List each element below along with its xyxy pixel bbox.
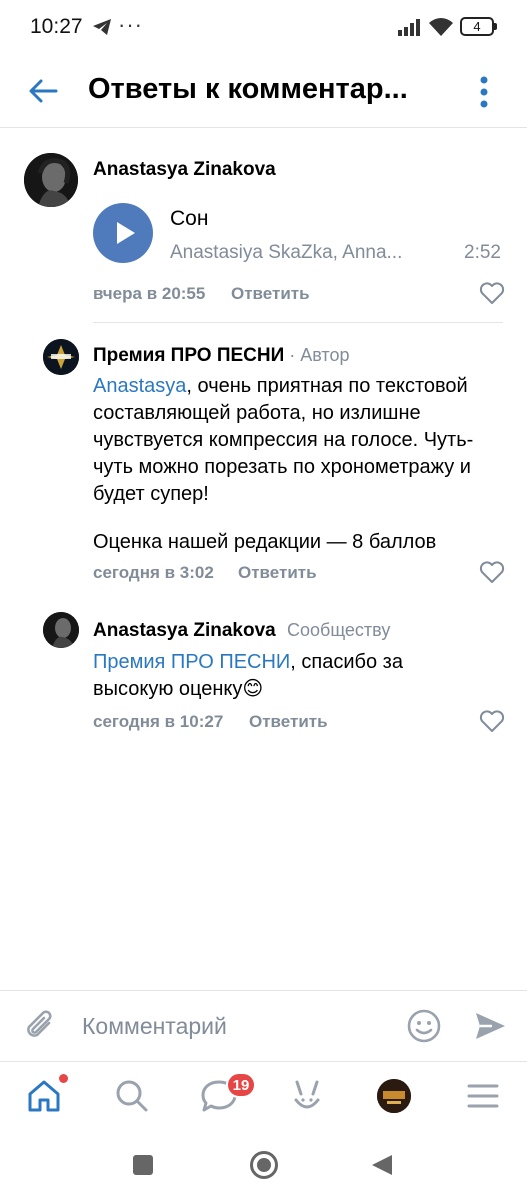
signal-icon xyxy=(398,19,420,36)
comment-text: Премия ПРО ПЕСНИ, спасибо за высокую оце… xyxy=(93,649,433,703)
reply-button[interactable]: Ответить xyxy=(231,284,310,304)
avatar[interactable] xyxy=(43,612,79,648)
author-name[interactable]: Премия ПРО ПЕСНИ xyxy=(93,345,284,366)
comment-time: вчера в 20:55 xyxy=(93,284,206,303)
search-icon[interactable] xyxy=(112,1076,152,1116)
paperclip-icon[interactable] xyxy=(22,1007,58,1045)
comment-composer xyxy=(0,990,527,1062)
avatar[interactable] xyxy=(24,153,78,207)
avatar[interactable] xyxy=(43,339,79,375)
more-vertical-icon[interactable] xyxy=(470,72,498,112)
avatar-photo xyxy=(24,153,78,207)
telegram-icon xyxy=(93,19,111,35)
system-navigation-bar xyxy=(0,1132,527,1200)
like-icon[interactable] xyxy=(479,709,505,733)
back-button[interactable] xyxy=(370,1153,394,1177)
play-icon xyxy=(117,222,135,244)
author-name[interactable]: Anastasya Zinakova xyxy=(93,620,276,641)
audio-play-button[interactable] xyxy=(93,203,153,263)
comment-author[interactable]: Премия ПРО ПЕСНИ · Автор xyxy=(93,345,349,367)
reply-button[interactable]: Ответить xyxy=(238,563,317,583)
messages-badge: 19 xyxy=(226,1072,256,1098)
send-icon[interactable] xyxy=(472,1008,508,1044)
mention-link[interactable]: Anastasya xyxy=(93,375,186,397)
emoji-icon[interactable] xyxy=(406,1008,442,1044)
app-header: Ответы к комментар... xyxy=(0,58,527,128)
status-time: 10:27 xyxy=(30,15,83,38)
profile-avatar[interactable] xyxy=(377,1079,411,1113)
home-button[interactable] xyxy=(249,1150,279,1180)
home-icon[interactable] xyxy=(24,1076,64,1116)
smile-emoji: 😊 xyxy=(242,678,264,700)
menu-icon[interactable] xyxy=(463,1076,503,1116)
comment-input[interactable] xyxy=(82,1009,382,1043)
status-bar: 10:27 ··· 4 xyxy=(0,0,527,58)
page-title: Ответы к комментар... xyxy=(88,73,408,105)
divider xyxy=(93,322,503,323)
comment-text: Anastasya, очень приятная по текстовой с… xyxy=(93,373,493,508)
author-role: · Автор xyxy=(284,345,350,365)
recents-button[interactable] xyxy=(132,1154,154,1176)
battery-icon: 4 xyxy=(460,17,497,36)
status-more-dots: ··· xyxy=(118,12,143,37)
audio-artist: Anastasiya SkaZka, Anna... xyxy=(170,242,403,263)
logo-avatar xyxy=(43,339,79,375)
wifi-icon xyxy=(429,18,453,36)
audio-title: Сон xyxy=(170,207,209,230)
bottom-navigation: 19 xyxy=(0,1062,527,1132)
comment-time: сегодня в 10:27 xyxy=(93,712,224,731)
comment-author[interactable]: Anastasya Zinakova Сообществу xyxy=(93,620,390,642)
services-icon[interactable] xyxy=(287,1076,327,1116)
author-role: Сообществу xyxy=(286,620,391,640)
avatar-photo xyxy=(43,612,79,648)
like-icon[interactable] xyxy=(479,281,505,305)
audio-duration: 2:52 xyxy=(464,242,501,263)
profile-photo xyxy=(377,1079,411,1113)
comment-text-line2: Оценка нашей редакции — 8 баллов xyxy=(93,531,437,553)
comment-author[interactable]: Anastasya Zinakova xyxy=(93,159,276,181)
comment-time: сегодня в 3:02 xyxy=(93,563,214,582)
mention-link[interactable]: Премия ПРО ПЕСНИ xyxy=(93,651,290,673)
notification-dot xyxy=(59,1074,68,1083)
like-icon[interactable] xyxy=(479,560,505,584)
back-arrow-icon[interactable] xyxy=(26,73,62,109)
reply-button[interactable]: Ответить xyxy=(249,712,328,732)
